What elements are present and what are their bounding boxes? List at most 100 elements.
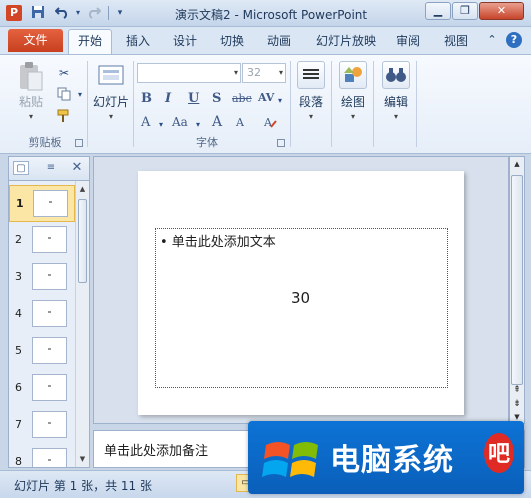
scrollbar-thumb[interactable] bbox=[511, 175, 523, 385]
thumbnail-preview bbox=[32, 263, 67, 290]
content-placeholder[interactable]: • 单击此处添加文本 30 bbox=[155, 228, 448, 388]
shadow-button[interactable]: S bbox=[212, 91, 221, 106]
thumbnail-number: 6 bbox=[15, 381, 22, 394]
scrollbar-thumb[interactable] bbox=[78, 199, 87, 283]
minimize-ribbon-icon[interactable]: ⌃ bbox=[484, 32, 500, 48]
powerpoint-app-icon[interactable]: P bbox=[6, 5, 22, 21]
redo-icon[interactable] bbox=[86, 5, 102, 21]
thumbnail-number: 7 bbox=[15, 418, 22, 431]
thumbnail-preview bbox=[32, 300, 67, 327]
font-color-dropdown-icon[interactable]: ▾ bbox=[153, 117, 169, 133]
close-panel-icon[interactable]: ✕ bbox=[69, 161, 85, 175]
font-name-dropdown-icon: ▾ bbox=[233, 68, 238, 77]
slide-thumbnail-7[interactable]: 7 bbox=[9, 407, 75, 444]
paragraph-dropdown-icon[interactable]: ▾ bbox=[294, 112, 328, 121]
minimize-button[interactable]: ▁ bbox=[425, 2, 451, 20]
group-separator bbox=[133, 61, 134, 147]
window-title: 演示文稿2 - Microsoft PowerPoint bbox=[175, 8, 368, 22]
paste-label: 粘贴 bbox=[18, 95, 43, 109]
tab-home[interactable]: 开始 bbox=[68, 29, 112, 54]
italic-button[interactable]: I bbox=[165, 91, 171, 106]
slide-thumbnail-8[interactable]: 8 bbox=[9, 444, 75, 467]
drawing-dropdown-icon[interactable]: ▾ bbox=[336, 112, 370, 121]
tab-animations[interactable]: 动画 bbox=[261, 31, 297, 52]
strikethrough-button[interactable]: abc bbox=[232, 92, 252, 105]
copy-icon[interactable] bbox=[56, 87, 72, 103]
drawing-button[interactable]: 绘图 ▾ bbox=[336, 61, 370, 121]
paste-dropdown-icon[interactable]: ▾ bbox=[12, 112, 50, 121]
next-slide-icon[interactable]: ⇟ bbox=[510, 397, 524, 411]
tab-insert[interactable]: 插入 bbox=[120, 31, 156, 52]
slide-editor: • 单击此处添加文本 30 bbox=[93, 156, 509, 424]
content-placeholder-text: • 单击此处添加文本 bbox=[160, 235, 276, 250]
windows-logo-icon bbox=[262, 433, 322, 483]
paragraph-label: 段落 bbox=[298, 95, 323, 109]
underline-button[interactable]: U bbox=[188, 91, 199, 106]
previous-slide-icon[interactable]: ⇞ bbox=[510, 383, 524, 397]
drawing-label: 绘图 bbox=[340, 95, 365, 109]
clipboard-dialog-launcher-icon[interactable] bbox=[75, 139, 83, 147]
thumbnail-preview bbox=[33, 190, 68, 217]
outline-tab-icon[interactable]: ≡ bbox=[43, 161, 59, 175]
save-icon[interactable] bbox=[30, 5, 46, 21]
undo-icon[interactable] bbox=[54, 5, 70, 21]
font-name-combo[interactable]: ▾ bbox=[137, 63, 241, 83]
tab-slideshow[interactable]: 幻灯片放映 bbox=[310, 31, 382, 52]
scroll-up-icon[interactable]: ▲ bbox=[76, 181, 89, 197]
change-case-dropdown-icon[interactable]: ▾ bbox=[190, 117, 206, 133]
slides-tab-icon[interactable]: ▢ bbox=[13, 161, 29, 175]
slide-thumbnail-6[interactable]: 6 bbox=[9, 370, 75, 407]
scroll-down-icon[interactable]: ▼ bbox=[76, 451, 89, 467]
qat-customize-icon[interactable]: ▾ bbox=[112, 5, 128, 21]
format-painter-icon[interactable] bbox=[56, 109, 72, 125]
thumbnail-preview bbox=[32, 337, 67, 364]
thumbnails-scrollbar[interactable]: ▲ ▼ bbox=[75, 181, 89, 467]
new-slide-dropdown-icon[interactable]: ▾ bbox=[91, 112, 131, 121]
close-button[interactable]: ✕ bbox=[479, 2, 524, 20]
copy-dropdown-icon[interactable]: ▾ bbox=[72, 87, 88, 103]
editing-button[interactable]: 编辑 ▾ bbox=[379, 61, 413, 121]
editing-dropdown-icon[interactable]: ▾ bbox=[379, 112, 413, 121]
ribbon: 粘贴 ▾ ✂ ▾ 剪贴板 幻灯片 ▾ ▾ 32 ▾ B I U S abc AV… bbox=[0, 54, 531, 154]
group-separator bbox=[416, 61, 417, 147]
binoculars-icon bbox=[382, 61, 410, 89]
slide-thumbnail-4[interactable]: 4 bbox=[9, 296, 75, 333]
watermark-text: 电脑系统 bbox=[330, 443, 454, 478]
character-spacing-dropdown-icon[interactable]: ▾ bbox=[272, 93, 288, 109]
help-icon[interactable]: ? bbox=[506, 32, 522, 48]
clear-formatting-icon[interactable]: A bbox=[262, 115, 278, 131]
font-size-combo[interactable]: 32 ▾ bbox=[242, 63, 286, 83]
font-size-value: 32 bbox=[247, 66, 261, 79]
grow-font-button[interactable]: A bbox=[212, 114, 222, 130]
tab-transitions[interactable]: 切换 bbox=[214, 31, 250, 52]
thumbnail-number: 5 bbox=[15, 344, 22, 357]
slide-thumbnail-3[interactable]: 3 bbox=[9, 259, 75, 296]
slide-thumbnail-1[interactable]: 1 bbox=[9, 185, 75, 222]
slide-thumbnails: 1 2 3 4 5 6 7 8 bbox=[9, 181, 75, 467]
paragraph-button[interactable]: 段落 ▾ bbox=[294, 61, 328, 121]
slide-thumbnail-5[interactable]: 5 bbox=[9, 333, 75, 370]
change-case-button[interactable]: Aa bbox=[172, 115, 188, 129]
bold-button[interactable]: B bbox=[141, 91, 152, 106]
restore-button[interactable]: ❐ bbox=[452, 2, 478, 20]
slide-scrollbar[interactable]: ▲ ⇞ ⇟ ▼ bbox=[509, 156, 525, 424]
shrink-font-button[interactable]: A bbox=[236, 116, 244, 129]
current-slide[interactable]: • 单击此处添加文本 30 bbox=[138, 171, 464, 415]
undo-dropdown-icon[interactable]: ▾ bbox=[70, 5, 86, 21]
tab-file[interactable]: 文件 bbox=[8, 29, 63, 52]
cut-icon[interactable]: ✂ bbox=[56, 65, 72, 81]
slide-thumbnail-2[interactable]: 2 bbox=[9, 222, 75, 259]
tab-review[interactable]: 审阅 bbox=[390, 31, 426, 52]
tab-design[interactable]: 设计 bbox=[167, 31, 203, 52]
group-separator bbox=[290, 61, 291, 147]
paste-button[interactable]: 粘贴 ▾ bbox=[12, 61, 50, 121]
tab-view[interactable]: 视图 bbox=[438, 31, 474, 52]
ribbon-tabs: 文件 开始 插入 设计 切换 动画 幻灯片放映 审阅 视图 ⌃ ? bbox=[0, 27, 531, 54]
new-slide-button[interactable]: 幻灯片 ▾ bbox=[91, 61, 131, 121]
font-color-button[interactable]: A bbox=[141, 115, 150, 130]
font-dialog-launcher-icon[interactable] bbox=[277, 139, 285, 147]
thumbnail-number: 8 bbox=[15, 455, 22, 467]
watermark-badge-text: 吧 bbox=[488, 441, 510, 467]
scroll-up-icon[interactable]: ▲ bbox=[510, 157, 524, 171]
group-separator bbox=[373, 61, 374, 147]
